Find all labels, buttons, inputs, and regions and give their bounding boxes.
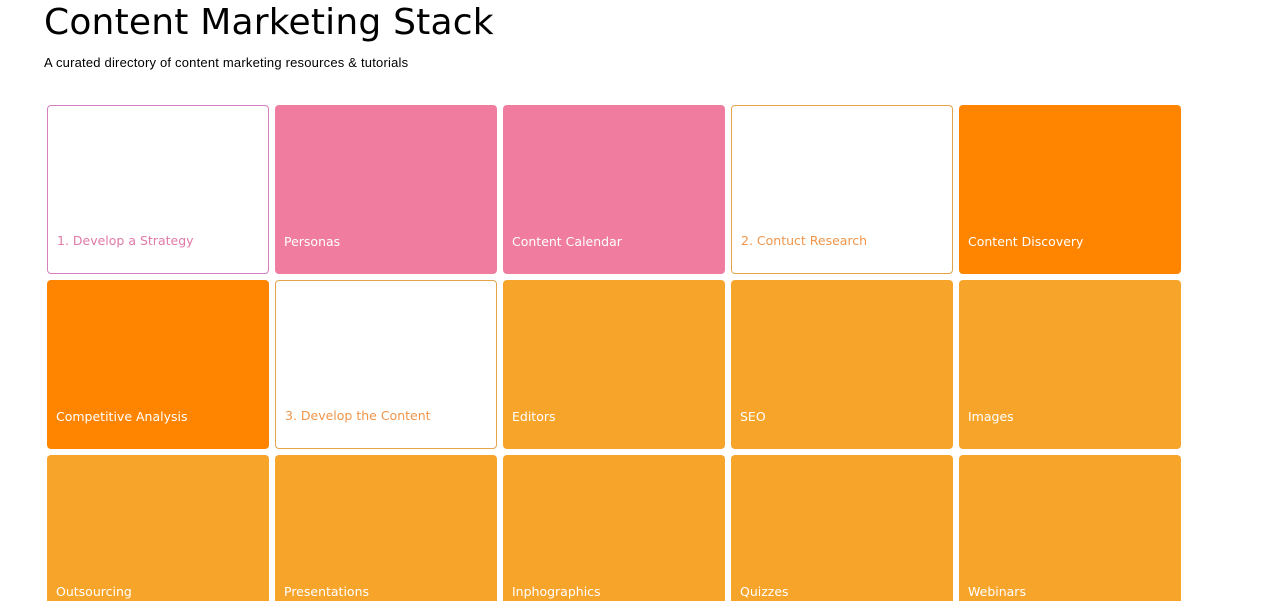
page-title: Content Marketing Stack [44,2,494,43]
tile-label: Webinars [968,584,1026,599]
tile-label: Editors [512,409,556,424]
tile-label: SEO [740,409,766,424]
tile-label: Content Discovery [968,234,1084,249]
tile-images[interactable]: Images [959,280,1181,449]
tile-seo[interactable]: SEO [731,280,953,449]
tile-quizzes[interactable]: Quizzes [731,455,953,601]
tile-label: 1. Develop a Strategy [57,233,194,248]
tile-competitive-analysis[interactable]: Competitive Analysis [47,280,269,449]
tile-label: 3. Develop the Content [285,408,431,423]
tile-label: Images [968,409,1014,424]
tile-conduct-research[interactable]: 2. Contuct Research [731,105,953,274]
tile-personas[interactable]: Personas [275,105,497,274]
tile-label: Competitive Analysis [56,409,188,424]
tile-content-discovery[interactable]: Content Discovery [959,105,1181,274]
page-subtitle: A curated directory of content marketing… [44,55,409,70]
tile-outsourcing[interactable]: Outsourcing [47,455,269,601]
tile-inphographics[interactable]: Inphographics [503,455,725,601]
tile-label: Personas [284,234,341,249]
resource-tile-grid: 1. Develop a Strategy Personas Content C… [47,105,1181,601]
tile-label: Quizzes [740,584,789,599]
tile-presentations[interactable]: Presentations [275,455,497,601]
tile-label: Inphographics [512,584,601,599]
tile-label: Presentations [284,584,370,599]
tile-develop-the-content[interactable]: 3. Develop the Content [275,280,497,449]
tile-label: Outsourcing [56,584,132,599]
tile-webinars[interactable]: Webinars [959,455,1181,601]
tile-editors[interactable]: Editors [503,280,725,449]
tile-label: Content Calendar [512,234,622,249]
tile-label: 2. Contuct Research [741,233,868,248]
tile-develop-a-strategy[interactable]: 1. Develop a Strategy [47,105,269,274]
tile-content-calendar[interactable]: Content Calendar [503,105,725,274]
